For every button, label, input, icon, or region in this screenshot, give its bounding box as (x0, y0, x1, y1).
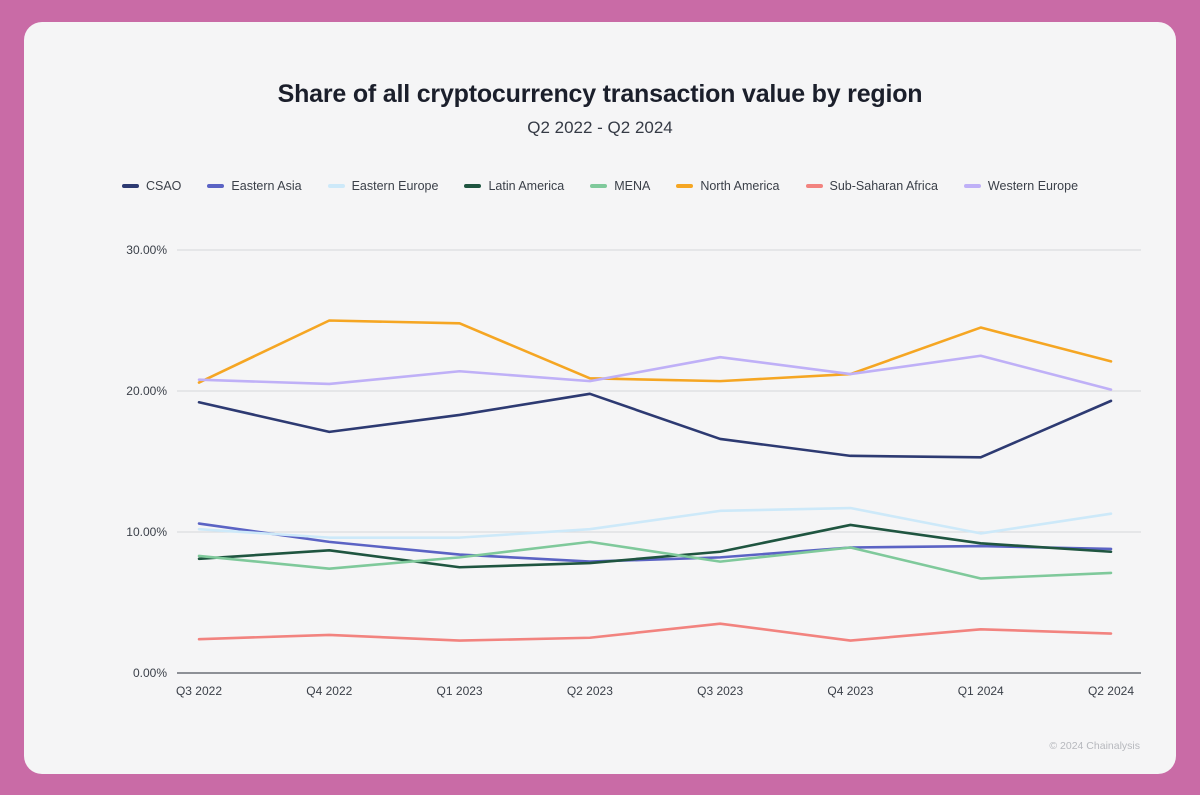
chart-plot-area: 0.00% 10.00% 20.00% 30.00% Q3 2022 Q4 2022 Q1… (24, 222, 1176, 722)
x-axis-labels-group: Q3 2022 Q4 2022 Q1 2023 Q2 2023 Q3 2023 Q4 20… (176, 684, 1134, 698)
x-axis-tick-label: Q1 2023 (437, 684, 483, 698)
x-axis-tick-label: Q3 2022 (176, 684, 222, 698)
series-line[interactable] (197, 353, 1113, 391)
copyright-footer: © 2024 Chainalysis (1049, 739, 1140, 752)
y-axis-tick-label: 10.00% (126, 525, 167, 539)
x-axis-tick-label: Q2 2023 (567, 684, 613, 698)
legend-item-label: MENA (614, 178, 651, 193)
series-lines-group (197, 318, 1113, 642)
legend-swatch-icon (207, 183, 225, 188)
page-title: Share of all cryptocurrency transaction … (277, 79, 923, 108)
legend-swatch-icon (676, 183, 694, 188)
legend-item-label: CSAO (145, 178, 182, 193)
series-line[interactable] (197, 621, 1113, 642)
legend-swatch-icon (327, 183, 345, 188)
chart-card: Share of all cryptocurrency transaction … (24, 21, 1176, 774)
legend-item[interactable]: Eastern Asia (207, 178, 302, 193)
x-axis-tick-label: Q1 2024 (958, 684, 1004, 698)
legend-item[interactable]: North America (676, 178, 780, 193)
x-axis-tick-label: Q3 2023 (697, 684, 743, 698)
legend-item-label: Western Europe (987, 178, 1079, 193)
legend-swatch-icon (963, 183, 981, 188)
legend-item[interactable]: MENA (590, 179, 650, 193)
legend-item[interactable]: CSAO (121, 178, 182, 193)
series-line[interactable] (197, 318, 1113, 384)
x-axis-tick-label: Q2 2024 (1088, 684, 1134, 698)
legend-swatch-icon (121, 183, 139, 188)
chart-legend: CSAO Eastern Asia Eastern Europe Latin Amer… (24, 179, 1176, 193)
legend-item-label: Eastern Europe (351, 178, 439, 193)
legend-item[interactable]: Latin America (464, 179, 564, 193)
x-axis-tick-label: Q4 2023 (827, 684, 873, 698)
y-axis-tick-label: 30.00% (126, 243, 167, 257)
x-axis-tick-label: Q4 2022 (306, 684, 352, 698)
gridlines-group (177, 248, 1141, 674)
series-line[interactable] (197, 392, 1113, 459)
legend-item-label: Latin America (488, 178, 565, 193)
legend-item-label: North America (700, 178, 780, 193)
legend-swatch-icon (805, 183, 823, 188)
page-root: Share of all cryptocurrency transaction … (0, 0, 1200, 795)
y-axis-labels-group: 0.00% 10.00% 20.00% 30.00% (126, 243, 167, 680)
legend-swatch-icon (464, 183, 482, 188)
legend-swatch-icon (590, 183, 608, 188)
y-axis-tick-label: 0.00% (133, 666, 167, 680)
legend-item-label: Sub-Saharan Africa (829, 178, 938, 193)
line-chart-svg: 0.00% 10.00% 20.00% 30.00% Q3 2022 Q4 2022 Q1… (126, 243, 1141, 698)
page-subtitle: Q2 2022 - Q2 2024 (527, 117, 673, 137)
series-line[interactable] (197, 506, 1113, 539)
y-axis-tick-label: 20.00% (126, 384, 167, 398)
legend-item-label: Eastern Asia (231, 178, 302, 193)
legend-item[interactable]: Western Europe (963, 178, 1079, 193)
legend-item[interactable]: Eastern Europe (327, 178, 439, 193)
legend-item[interactable]: Sub-Saharan Africa (805, 178, 938, 193)
